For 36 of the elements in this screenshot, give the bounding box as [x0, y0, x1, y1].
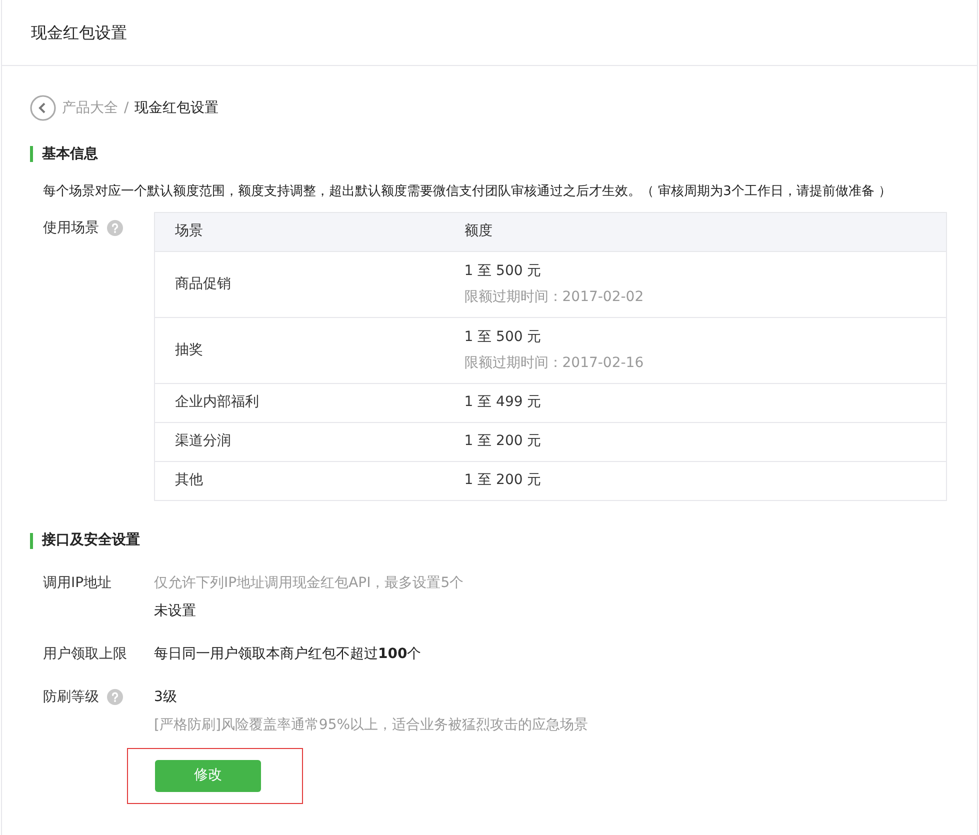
table-cell-text: 1 至 499 元: [464, 393, 542, 412]
table-cell: 企业内部福利: [154, 383, 444, 422]
table-cell-text: 1 至 500 元: [464, 328, 542, 346]
table-cell: 商品促销: [154, 251, 444, 317]
column-header: 额度: [444, 212, 946, 251]
field-value: 3级: [154, 688, 178, 706]
breadcrumb-separator: /: [124, 98, 129, 118]
table-cell: 渠道分润: [154, 422, 444, 461]
field-label: 防刷等级: [43, 688, 99, 706]
field-value: 未设置: [154, 602, 197, 620]
edit-button[interactable]: 修改: [155, 760, 261, 792]
table-cell-text: 1 至 200 元: [464, 471, 542, 490]
table-cell-text: 1 至 500 元: [464, 262, 542, 280]
page-title: 现金红包设置: [31, 22, 127, 44]
table-cell-text: 1 至 200 元: [464, 432, 542, 451]
field-value: 每日同一用户领取本商户红包不超过100个: [154, 644, 422, 664]
column-header: 场景: [154, 212, 444, 251]
section-marker: [30, 532, 33, 548]
field-label: 用户领取上限: [43, 644, 127, 664]
expiry-text: 限额过期时间：2017-02-02: [464, 288, 645, 306]
section-title: 基本信息: [42, 144, 98, 164]
table-cell: 抽奖: [154, 317, 444, 383]
expiry-text: 限额过期时间：2017-02-16: [464, 354, 645, 372]
field-value: [严格防刷]风险覆盖率通常95%以上，适合业务被猛烈攻击的应急场景: [154, 716, 588, 734]
section-title: 接口及安全设置: [42, 530, 140, 550]
field-label: 使用场景: [43, 218, 99, 238]
breadcrumb-current: 现金红包设置: [134, 98, 219, 118]
field-label: 调用IP地址: [43, 574, 112, 592]
help-icon[interactable]: [107, 688, 123, 704]
section-marker: [30, 146, 33, 162]
back-icon[interactable]: [30, 95, 56, 121]
breadcrumb-link[interactable]: 产品大全: [62, 98, 118, 118]
help-icon[interactable]: [107, 220, 123, 236]
table-cell: 其他: [154, 461, 444, 500]
description-text: 每个场景对应一个默认额度范围，额度支持调整，超出默认额度需要微信支付团队审核通过之后才生效。（ 审核周期为3个工作日，请提前做准备 ）: [43, 183, 893, 201]
field-value: 仅允许下列IP地址调用现金红包API，最多设置5个: [154, 574, 464, 592]
